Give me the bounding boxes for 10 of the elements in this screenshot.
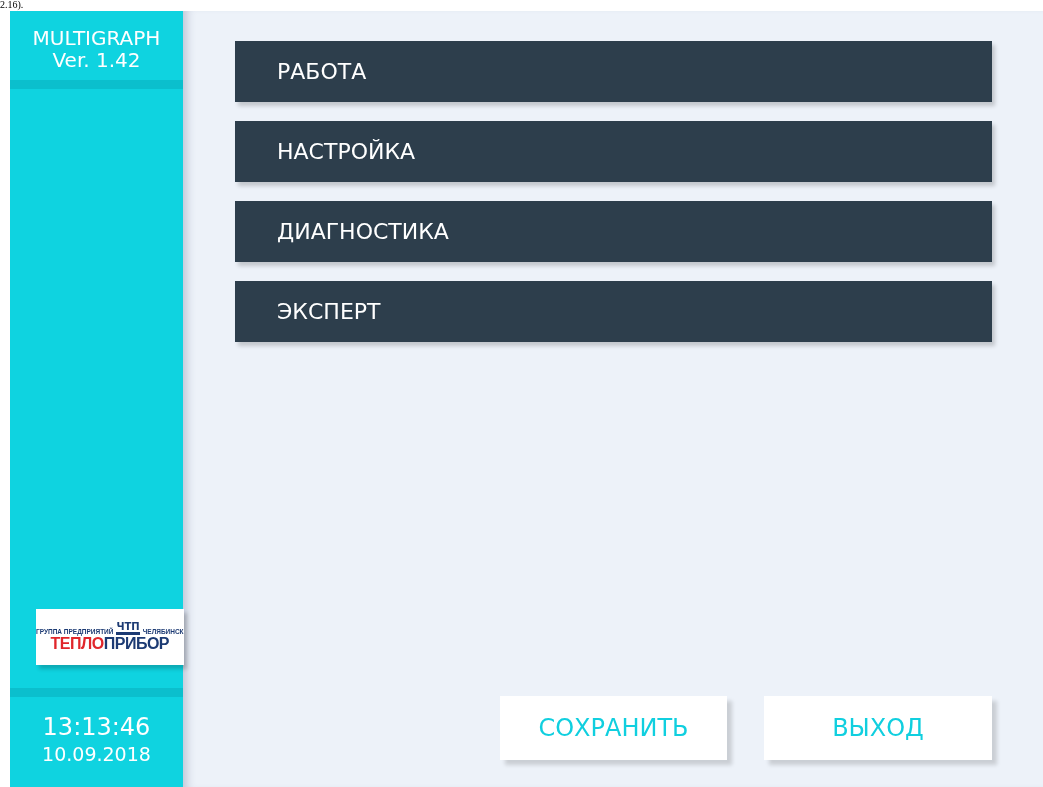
menu-button[interactable]: НАСТРОЙКА: [235, 121, 992, 182]
product-name: MULTIGRAPH: [32, 27, 161, 49]
caption-fragment: 2.16).: [0, 0, 24, 10]
clock-date: 10.09.2018: [42, 744, 151, 766]
menu-button[interactable]: РАБОТА: [235, 41, 992, 102]
clock-time: 13:13:46: [42, 714, 151, 741]
menu-button[interactable]: ДИАГНОСТИКА: [235, 201, 992, 262]
version-label: Ver. 1.42: [52, 49, 141, 71]
logo-emblem: ЧТП: [116, 621, 140, 635]
menu-button[interactable]: ЭКСПЕРТ: [235, 281, 992, 342]
